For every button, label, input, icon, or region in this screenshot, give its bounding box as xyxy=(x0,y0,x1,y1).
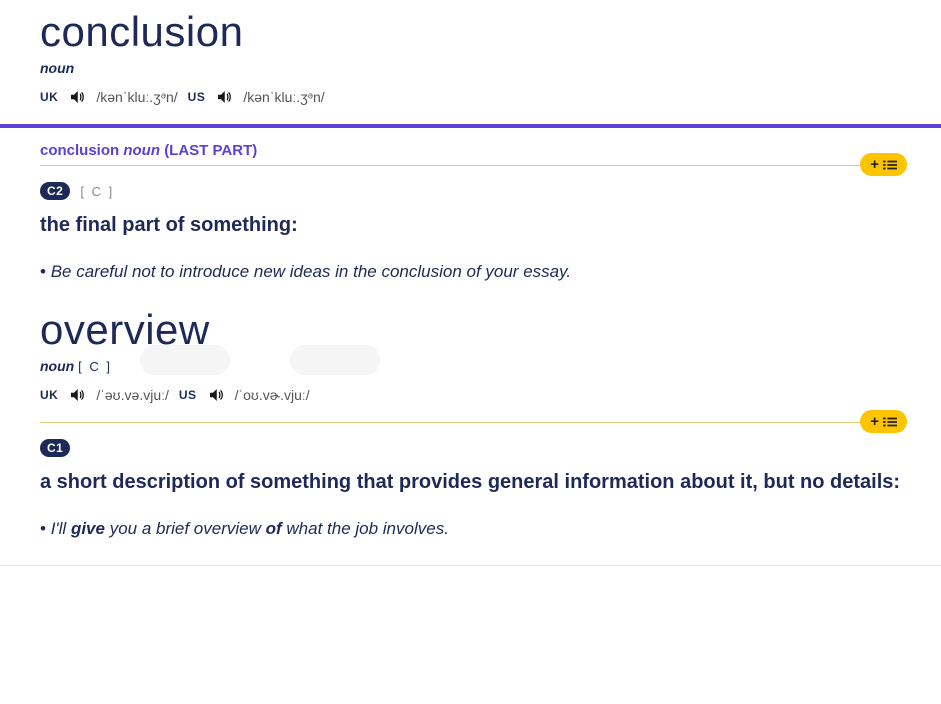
region-uk-label: UK xyxy=(40,388,58,402)
cefr-level-badge[interactable]: C1 xyxy=(40,439,70,457)
pronunciation-row: UK /kənˈkluː.ʒᵊn/ US /kənˈkluː.ʒᵊn/ xyxy=(40,88,901,106)
example-bold: of xyxy=(266,519,282,538)
list-icon xyxy=(883,416,897,428)
speaker-icon[interactable] xyxy=(68,88,86,106)
list-icon xyxy=(883,159,897,171)
add-to-wordlist-button[interactable]: + xyxy=(860,153,907,176)
grammar-code: [ C ] xyxy=(78,359,112,374)
speaker-icon[interactable] xyxy=(68,386,86,404)
sense-header: conclusion noun (LAST PART) xyxy=(40,142,901,159)
region-us-label: US xyxy=(188,90,206,104)
sense-guideword: (LAST PART) xyxy=(164,142,257,159)
definition-text: the final part of something: xyxy=(40,210,901,240)
definition-text: a short description of something that pr… xyxy=(40,467,901,497)
pronunciation-row: UK /ˈəʊ.və.vjuː/ US /ˈoʊ.vɚ.vjuː/ xyxy=(40,386,901,404)
example-sentence: Be careful not to introduce new ideas in… xyxy=(40,262,901,282)
ipa-uk: /kənˈkluː.ʒᵊn/ xyxy=(96,89,177,105)
add-to-wordlist-button[interactable]: + xyxy=(860,410,907,433)
gold-rule xyxy=(40,422,901,423)
region-uk-label: UK xyxy=(40,90,58,104)
example-part: what the job involves. xyxy=(282,519,449,538)
part-of-speech: noun xyxy=(40,60,901,76)
bottom-rule xyxy=(0,565,941,566)
ipa-us: /ˈoʊ.vɚ.vjuː/ xyxy=(235,387,310,403)
ipa-us: /kənˈkluː.ʒᵊn/ xyxy=(243,89,324,105)
region-us-label: US xyxy=(179,388,197,402)
cefr-level-badge[interactable]: C2 xyxy=(40,182,70,200)
speaker-icon[interactable] xyxy=(207,386,225,404)
example-part: I'll xyxy=(51,519,71,538)
ipa-uk: /ˈəʊ.və.vjuː/ xyxy=(96,387,169,403)
example-bold: give xyxy=(71,519,105,538)
part-of-speech: noun [ C ] xyxy=(40,358,901,374)
dictionary-entry-conclusion: conclusion noun UK /kənˈkluː.ʒᵊn/ US /kə… xyxy=(40,8,901,282)
dictionary-entry-overview: overview noun [ C ] UK /ˈəʊ.və.vjuː/ US … xyxy=(40,306,901,539)
example-part: you a brief overview xyxy=(105,519,266,538)
grammar-code: [ C ] xyxy=(80,184,114,199)
sense-word: conclusion xyxy=(40,142,119,159)
pos-text: noun xyxy=(40,358,74,374)
gold-rule xyxy=(40,165,901,166)
headword: conclusion xyxy=(40,8,901,56)
speaker-icon[interactable] xyxy=(215,88,233,106)
plus-icon: + xyxy=(870,414,879,429)
section-divider xyxy=(0,124,941,128)
plus-icon: + xyxy=(870,157,879,172)
headword: overview xyxy=(40,306,901,354)
example-sentence: I'll give you a brief overview of what t… xyxy=(40,519,901,539)
sense-pos: noun xyxy=(123,142,160,159)
